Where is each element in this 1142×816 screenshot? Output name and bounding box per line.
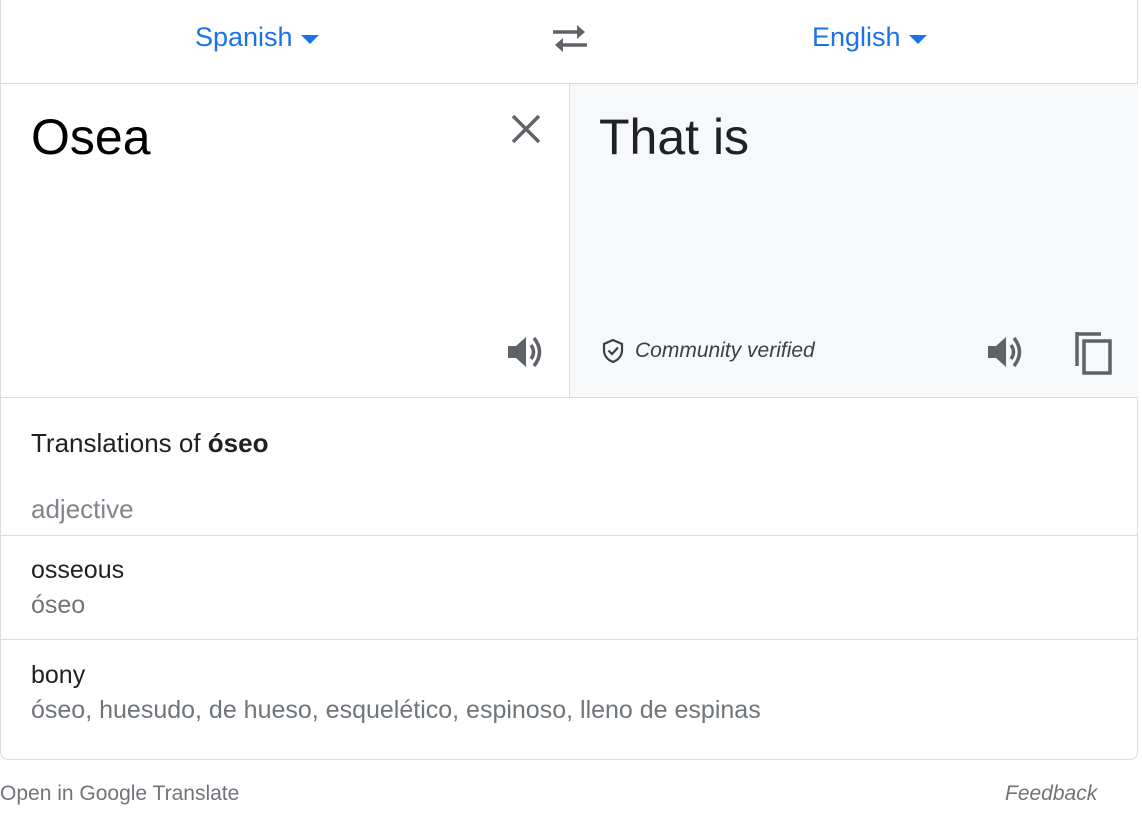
copy-translation-button[interactable] xyxy=(1071,328,1115,376)
translate-card: Spanish English Osea That is Community v… xyxy=(0,0,1138,760)
translated-text: That is xyxy=(599,109,750,165)
open-in-google-translate-link[interactable]: Open in Google Translate xyxy=(0,782,239,806)
shield-check-icon xyxy=(602,338,624,364)
target-pane: That is Community verified xyxy=(570,84,1138,397)
clear-source-button[interactable] xyxy=(509,112,543,146)
speaker-icon xyxy=(508,336,542,368)
community-verified-label: Community verified xyxy=(635,339,815,362)
source-language-label: Spanish xyxy=(195,22,293,52)
speaker-icon xyxy=(988,336,1022,368)
target-language-label: English xyxy=(812,22,901,52)
dictionary-entry-word[interactable]: osseous xyxy=(31,556,124,585)
divider xyxy=(1,639,1138,640)
listen-source-button[interactable] xyxy=(505,332,545,372)
chevron-down-icon xyxy=(300,34,319,44)
divider xyxy=(1,535,1138,536)
chevron-down-icon xyxy=(908,34,927,44)
dictionary-entry-synonyms: óseo xyxy=(31,591,86,619)
source-text-input[interactable]: Osea xyxy=(31,108,151,166)
community-verified-badge: Community verified xyxy=(601,338,815,364)
close-icon xyxy=(511,114,541,144)
swap-arrows-icon xyxy=(553,25,587,52)
part-of-speech-label: adjective xyxy=(31,494,134,524)
dictionary-title: Translations of óseo xyxy=(31,428,268,459)
feedback-link[interactable]: Feedback xyxy=(1005,782,1097,806)
copy-icon xyxy=(1075,332,1112,375)
source-language-select[interactable]: Spanish xyxy=(195,22,319,53)
translation-panes: Osea That is Community verified xyxy=(1,84,1138,398)
dictionary-entry-synonyms: óseo, huesudo, de hueso, esquelético, es… xyxy=(31,696,761,724)
swap-languages-button[interactable] xyxy=(549,20,591,54)
dictionary-title-word: óseo xyxy=(207,428,269,458)
listen-translation-button[interactable] xyxy=(985,332,1025,372)
dictionary-title-prefix: Translations of xyxy=(31,428,208,458)
language-bar: Spanish English xyxy=(1,0,1138,84)
target-language-select[interactable]: English xyxy=(812,22,927,53)
dictionary-entry-word[interactable]: bony xyxy=(31,661,85,690)
source-pane: Osea xyxy=(1,84,570,397)
